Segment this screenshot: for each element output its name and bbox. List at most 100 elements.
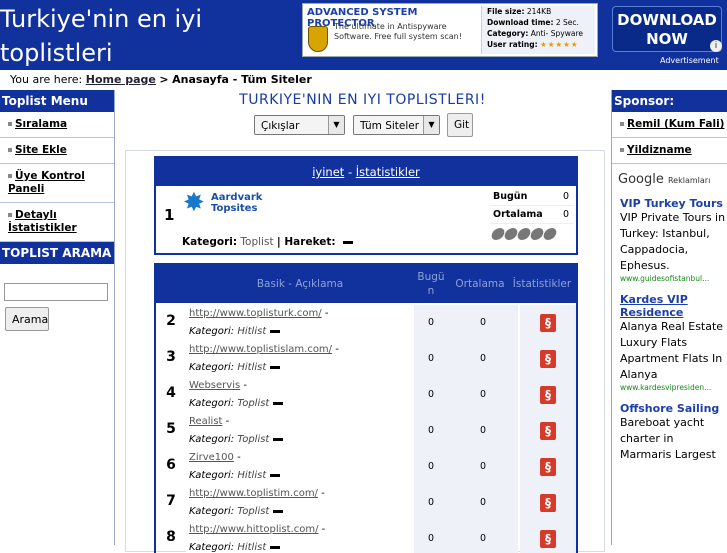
sponsor-link-yildizname[interactable]: Yildizname <box>627 144 692 156</box>
statistics-icon[interactable]: § <box>540 422 556 440</box>
row-info: http://www.toplistim.com/ - Kategori: Top… <box>186 485 414 521</box>
search-button[interactable]: Arama <box>5 307 49 331</box>
google-ads-small: Reklamları <box>667 176 711 185</box>
row-category-link[interactable]: Hitlist <box>237 326 266 337</box>
row-info: http://www.hittoplist.com/ - Kategori: Hi… <box>186 521 414 553</box>
row-site-link[interactable]: Webservis <box>189 380 240 391</box>
go-button[interactable]: Git <box>447 113 473 137</box>
row-rank: 2 <box>166 313 176 329</box>
ad-item[interactable]: Offshore Sailing Bareboat yacht charter … <box>612 392 727 463</box>
site-title-line2: toplistleri <box>0 39 113 67</box>
table-row: 5 Realist - Kategori: Toplist 0 0 § <box>156 413 576 449</box>
row-rank: 5 <box>166 421 176 437</box>
shield-icon <box>308 26 328 52</box>
table-row: 8 http://www.hittoplist.com/ - Kategori: H… <box>156 521 576 553</box>
featured-category-link[interactable]: Toplist <box>240 236 273 248</box>
menu-item-uye-kontrol[interactable]: Üye Kontrol Paneli <box>0 164 114 203</box>
row-sep: - <box>324 308 329 319</box>
sponsor-item-yildizname[interactable]: Yildizname <box>612 138 727 164</box>
statistics-icon[interactable]: § <box>540 494 556 512</box>
sponsor-item-remil[interactable]: Remil (Kum Fali) <box>612 112 727 138</box>
row-sep: - <box>335 344 339 355</box>
menu-item-siralama[interactable]: Sıralama <box>0 112 114 138</box>
ad-url[interactable]: www.kardesvipresiden... <box>620 383 724 392</box>
row-category-link[interactable]: Hitlist <box>237 470 266 481</box>
ad-title-link[interactable]: Kardes VIP Residence <box>620 293 726 319</box>
statistics-icon[interactable]: § <box>540 458 556 476</box>
movement-dash-icon <box>273 509 284 513</box>
ortalama-label: Ortalama <box>493 209 543 220</box>
logo-line2: Topsites <box>211 203 258 214</box>
col-istatistikler: İstatistikler <box>512 278 572 290</box>
movement-dash-icon <box>270 473 281 477</box>
row-bugun: 0 <box>414 485 448 521</box>
chevron-down-icon[interactable]: ▼ <box>423 116 439 134</box>
row-bugun: 0 <box>414 341 448 377</box>
main-content: TURKIYE'NIN EN IYI TOPLISTLERI! Çıkışlar… <box>115 90 610 553</box>
site-title: Turkiye'nin en iyi toplistleri <box>0 2 300 70</box>
row-sep: - <box>321 488 325 499</box>
ad-banner[interactable]: ADVANCED SYSTEM PROTECTOR The ultimate i… <box>302 3 598 57</box>
featured-stats-link[interactable]: İstatistikler <box>356 165 420 179</box>
chevron-down-icon[interactable]: ▼ <box>328 116 344 134</box>
toplist-search-heading: TOPLIST ARAMA <box>0 242 114 264</box>
row-site-link[interactable]: http://www.hittoplist.com/ <box>189 524 318 535</box>
ad-title-link[interactable]: Offshore Sailing <box>620 402 726 415</box>
row-category-link[interactable]: Toplist <box>237 434 269 445</box>
col-basik: Basik - Açıklama <box>256 278 344 290</box>
row-kategori-label: Kategori: <box>189 542 235 553</box>
menu-link-site-ekle[interactable]: Site Ekle <box>15 144 67 156</box>
search-input[interactable] <box>4 283 108 301</box>
table-row: 4 Webservis - Kategori: Toplist 0 0 § <box>156 377 576 413</box>
row-category-link[interactable]: Toplist <box>237 506 269 517</box>
menu-link-uye-kontrol[interactable]: Üye Kontrol Paneli <box>8 170 85 195</box>
menu-item-detayli[interactable]: Detaylı İstatistikler <box>0 203 114 242</box>
row-rank: 6 <box>166 457 176 473</box>
right-sidebar: Sponsor: Remil (Kum Fali) Yildizname Goo… <box>611 90 727 545</box>
bullet-icon <box>620 122 624 126</box>
statistics-icon[interactable]: § <box>540 530 556 548</box>
statistics-icon[interactable]: § <box>540 386 556 404</box>
statistics-icon[interactable]: § <box>540 314 556 332</box>
aardvark-logo[interactable]: ✸ Aardvark Topsites <box>183 190 263 218</box>
menu-item-site-ekle[interactable]: Site Ekle <box>0 138 114 164</box>
row-stats: § <box>520 377 576 413</box>
ad-desc: VIP Private Tours in Turkey: Istanbul, C… <box>620 211 726 272</box>
movement-dash-icon <box>270 545 281 549</box>
row-rank: 3 <box>166 349 176 365</box>
row-category-link[interactable]: Hitlist <box>237 542 266 553</box>
featured-site-link[interactable]: iyinet <box>312 165 344 179</box>
info-icon[interactable]: i <box>710 40 722 52</box>
ad-title-link[interactable]: VIP Turkey Tours <box>620 197 726 210</box>
breadcrumb-home-link[interactable]: Home page <box>86 73 156 86</box>
row-ortalama: 0 <box>448 485 518 521</box>
row-category-link[interactable]: Hitlist <box>237 362 266 373</box>
google-ads-label[interactable]: Google Reklamları <box>618 172 727 187</box>
row-site-link[interactable]: http://www.toplisturk.com/ <box>189 308 322 319</box>
statistics-icon[interactable]: § <box>540 350 556 368</box>
row-bugun: 0 <box>414 377 448 413</box>
ad-url[interactable]: www.guidesofistanbul... <box>620 274 724 283</box>
row-category-link[interactable]: Toplist <box>237 398 269 409</box>
row-rank: 7 <box>166 493 176 509</box>
sponsor-link-remil[interactable]: Remil (Kum Fali) <box>627 118 724 130</box>
breadcrumb-current: Anasayfa - Tüm Siteler <box>172 73 312 86</box>
row-site-link[interactable]: Realist <box>189 416 222 427</box>
menu-link-detayli[interactable]: Detaylı İstatistikler <box>8 209 77 234</box>
row-sep: - <box>321 524 326 535</box>
site-filter-select[interactable]: Tüm Siteler ▼ <box>353 115 440 135</box>
row-site-link[interactable]: http://www.toplistim.com/ <box>189 488 318 499</box>
row-info: http://www.toplisturk.com/ - Kategori: Hi… <box>186 305 414 341</box>
site-title-line1: Turkiye'nin en iyi <box>0 5 203 33</box>
row-site-link[interactable]: Zirve100 <box>189 452 234 463</box>
ad-item[interactable]: Kardes VIP Residence Alanya Real Estate … <box>612 283 727 392</box>
row-site-link[interactable]: http://www.toplistislam.com/ <box>189 344 332 355</box>
movement-dash-icon <box>273 437 284 441</box>
row-ortalama: 0 <box>448 449 518 485</box>
ad-download-time-label: Download time: <box>487 18 554 27</box>
menu-link-siralama[interactable]: Sıralama <box>15 118 67 130</box>
sort-select[interactable]: Çıkışlar ▼ <box>254 115 345 135</box>
download-now-button[interactable]: DOWNLOAD NOW <box>612 6 722 52</box>
ad-item[interactable]: VIP Turkey Tours VIP Private Tours in Tu… <box>612 187 727 283</box>
row-info: Zirve100 - Kategori: Hitlist <box>186 449 414 485</box>
